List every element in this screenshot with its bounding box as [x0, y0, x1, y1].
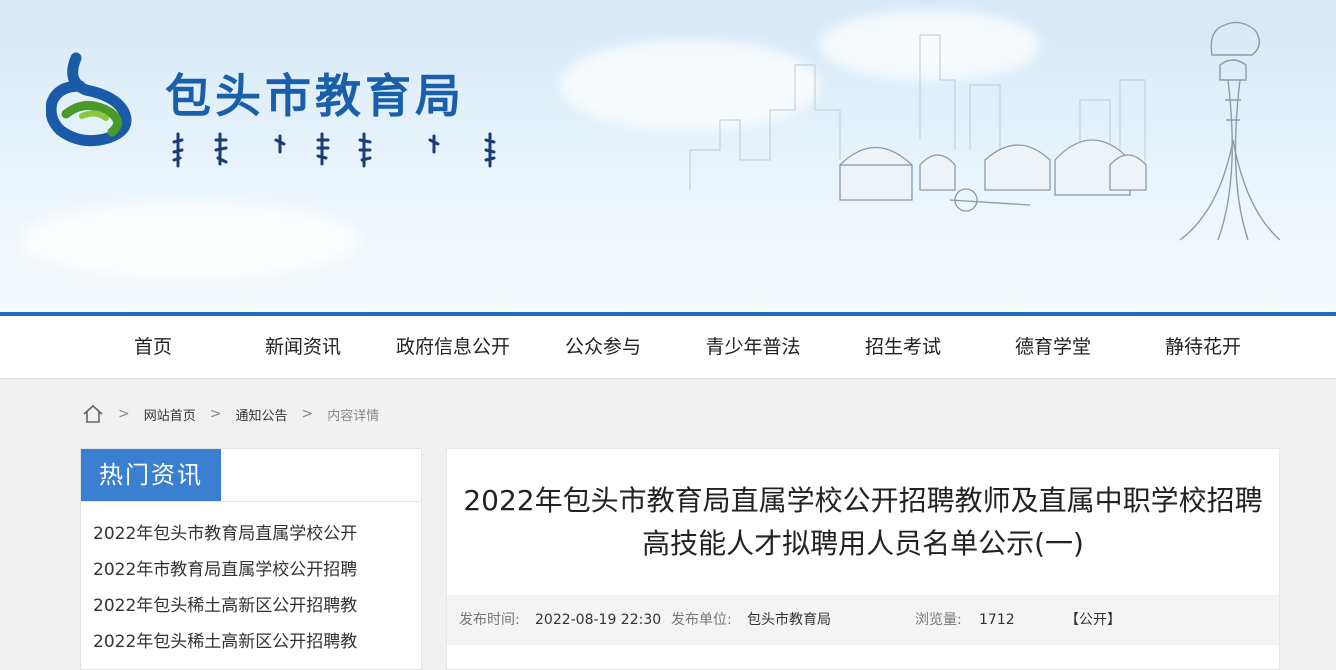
nav-item-blossom[interactable]: 静待花开	[1128, 316, 1278, 378]
article-panel: 2022年包头市教育局直属学校公开招聘教师及直属中职学校招聘高技能人才拟聘用人员…	[446, 448, 1280, 670]
publisher-label: 发布单位:	[671, 612, 732, 628]
nav-item-home[interactable]: 首页	[78, 316, 228, 378]
nav-item-public-participation[interactable]: 公众参与	[528, 316, 678, 378]
cloud-decoration	[20, 200, 360, 280]
publisher-value: 包头市教育局	[747, 612, 831, 628]
hot-news-item[interactable]: 2022年包头市教育局直属学校公开	[93, 516, 413, 552]
article-title: 2022年包头市教育局直属学校公开招聘教师及直属中职学校招聘高技能人才拟聘用人员…	[447, 479, 1279, 565]
city-skyline-illustration	[689, 21, 1281, 241]
mongolian-title-lettering	[172, 132, 496, 168]
site-title: 包头市教育局	[165, 69, 465, 123]
visibility-badge: 【公开】	[1065, 612, 1121, 628]
header-banner: 包头市教育局	[0, 0, 1336, 312]
nav-item-moral-education[interactable]: 德育学堂	[978, 316, 1128, 378]
article-title-text: 2022年包头市教育局直属学校公开招聘教师及直属中职学校招聘高技能人才拟聘用人员…	[463, 484, 1263, 560]
publish-time-label: 发布时间:	[459, 612, 520, 628]
sidebar-title: 热门资讯	[81, 449, 221, 501]
views-label: 浏览量:	[915, 612, 962, 628]
home-icon[interactable]	[82, 404, 104, 424]
breadcrumb: > 网站首页 > 通知公告 > 内容详情	[82, 402, 379, 426]
nav-item-admissions[interactable]: 招生考试	[828, 316, 978, 378]
breadcrumb-home-link[interactable]: 网站首页	[144, 405, 196, 424]
hot-news-item[interactable]: 2022年市教育局直属学校公开招聘	[93, 552, 413, 588]
nav-item-youth-law[interactable]: 青少年普法	[678, 316, 828, 378]
breadcrumb-separator: >	[118, 406, 130, 422]
nav-item-news[interactable]: 新闻资讯	[228, 316, 378, 378]
article-meta-bar: 发布时间: 2022-08-19 22:30 发布单位: 包头市教育局 浏览量:…	[447, 595, 1279, 645]
main-nav: 首页 新闻资讯 政府信息公开 公众参与 青少年普法 招生考试 德育学堂 静待花开	[0, 316, 1336, 379]
hot-news-item[interactable]: 2022年包头稀土高新区公开招聘教	[93, 588, 413, 624]
education-bureau-emblem-icon	[45, 52, 132, 147]
breadcrumb-notices-link[interactable]: 通知公告	[235, 405, 287, 424]
publish-time-value: 2022-08-19 22:30	[535, 612, 662, 628]
views-count: 1712	[979, 612, 1015, 628]
site-logo[interactable]	[45, 52, 146, 152]
hot-news-sidebar: 热门资讯 2022年包头市教育局直属学校公开 2022年市教育局直属学校公开招聘…	[80, 448, 422, 670]
breadcrumb-separator: >	[301, 406, 314, 422]
sidebar-header: 热门资讯	[81, 449, 421, 502]
breadcrumb-separator: >	[209, 406, 222, 422]
breadcrumb-current: 内容详情	[327, 408, 380, 424]
nav-item-gov-info[interactable]: 政府信息公开	[378, 316, 528, 378]
